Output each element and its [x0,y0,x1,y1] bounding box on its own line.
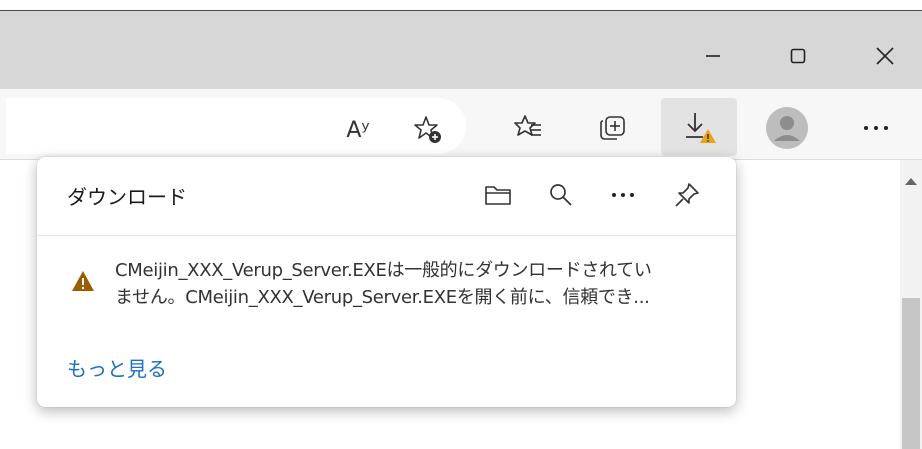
downloads-button[interactable] [661,98,737,156]
open-folder-button[interactable] [478,175,518,215]
profile-avatar [766,107,808,149]
favorites-icon [514,115,541,136]
title-bar [0,10,922,89]
download-item-message[interactable]: CMeijin_XXX_Verup_Server.EXEは一般的にダウンロードさ… [115,257,715,311]
downloads-header: ダウンロード [37,157,736,236]
close-icon [876,47,894,65]
open-folder-icon [485,186,511,205]
download-item-status [71,270,95,296]
read-aloud-button[interactable]: Aʸ [334,106,382,154]
download-item-message-line2: ません。CMeijin_XXX_Verup_Server.EXEを開く前に、信頼… [115,287,650,308]
close-button[interactable] [862,33,908,79]
screen-top [0,0,922,10]
maximize-button[interactable] [775,33,821,79]
collections-button[interactable] [588,104,636,152]
profile-button[interactable] [763,104,811,152]
add-favorite-icon [414,116,441,143]
read-aloud-icon: Aʸ [346,117,370,143]
downloads-panel: ダウンロード CMeijin_XXX_Verup_Server.EXEは一般的に… [37,157,736,407]
scroll-up-arrow-icon[interactable] [905,178,917,185]
maximize-icon [790,48,806,64]
scrollbar-thumb[interactable] [902,298,920,449]
pin-icon [675,183,699,207]
see-more-link[interactable]: もっと見る [67,353,167,382]
pin-button[interactable] [667,175,707,215]
address-bar[interactable] [6,98,466,154]
more-icon [612,193,634,197]
warning-icon [72,271,94,291]
more-options-button[interactable] [852,104,900,152]
download-item-message-line1: CMeijin_XXX_Verup_Server.EXEは一般的にダウンロードさ… [115,260,652,281]
favorites-button[interactable] [504,104,552,152]
search-icon [550,184,572,206]
more-options-icon [864,126,888,130]
add-favorite-button[interactable] [404,106,452,154]
minimize-icon [706,55,720,57]
downloads-warning-icon [686,113,716,143]
downloads-title: ダウンロード [67,185,187,209]
minimize-button[interactable] [690,33,736,79]
search-downloads-button[interactable] [541,175,581,215]
downloads-more-button[interactable] [603,175,643,215]
collections-icon [600,116,625,140]
